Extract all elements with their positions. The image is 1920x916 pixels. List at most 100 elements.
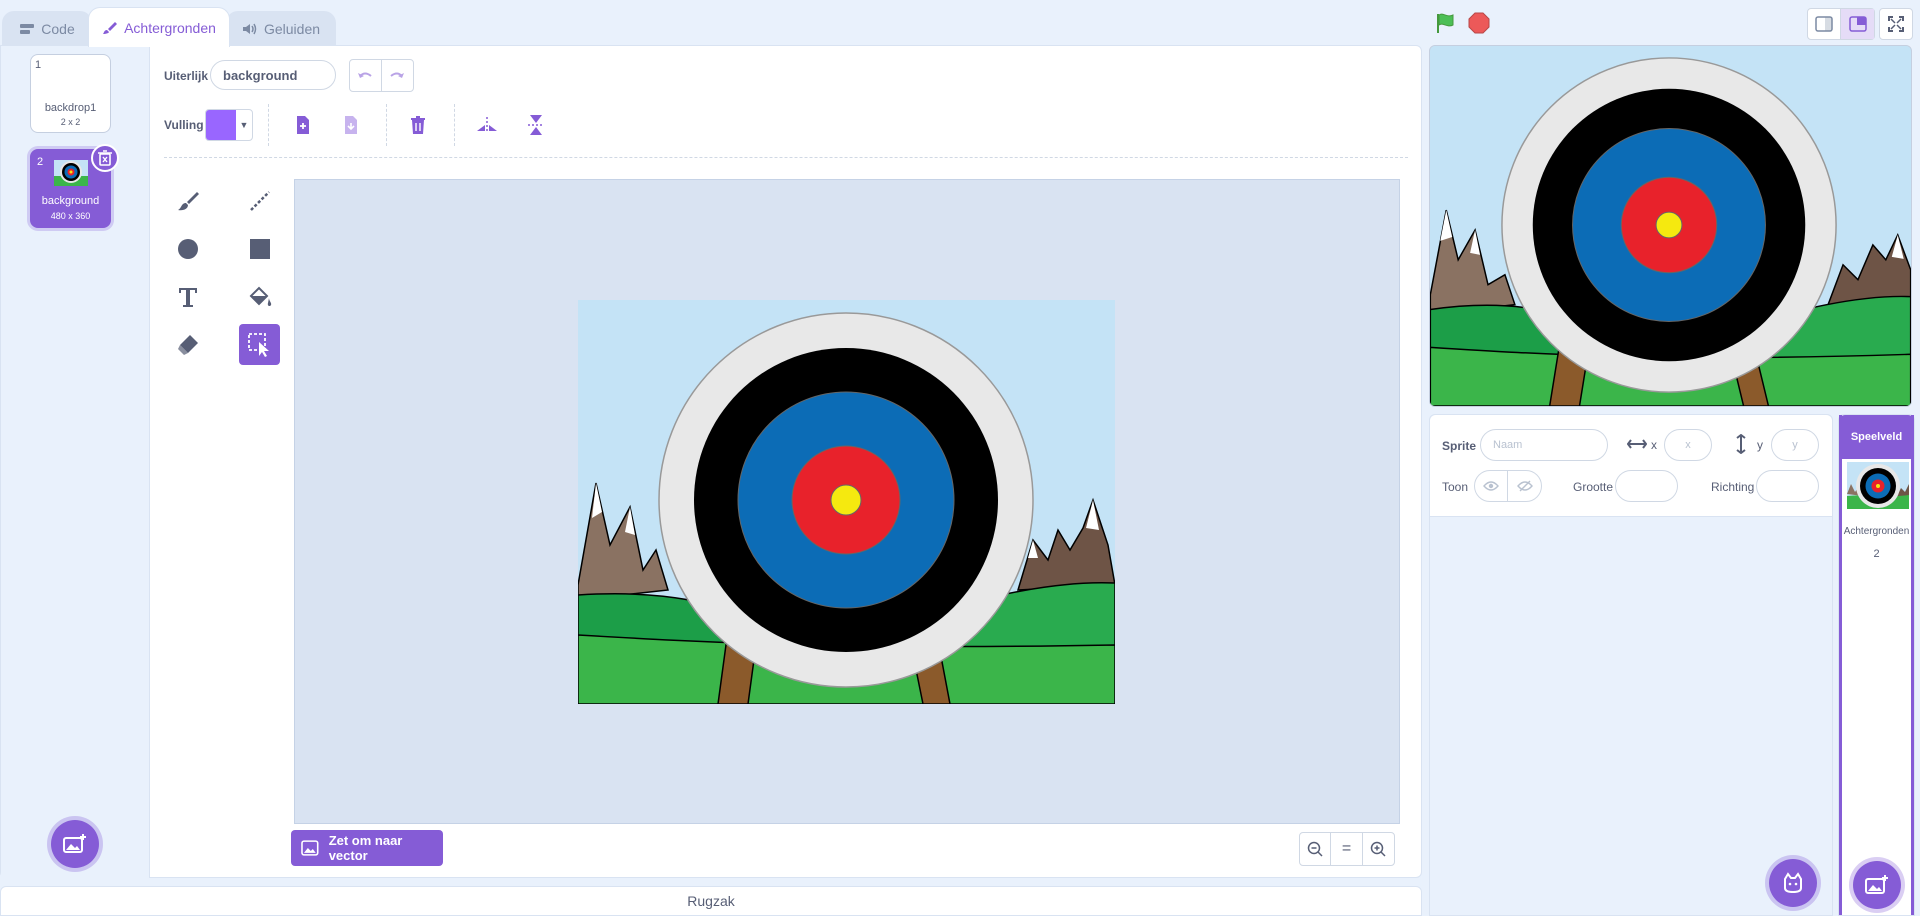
sprite-name-input[interactable]: Naam [1480,429,1608,461]
tab-code[interactable]: Code [2,11,92,46]
choose-backdrop-stage-button[interactable] [1853,861,1901,909]
convert-to-vector-label: Zet om naar vector [328,833,403,863]
stage-target-pane[interactable]: Speelveld Achtergronden 2 [1838,414,1915,916]
brush-icon [177,191,199,210]
trash-icon [411,116,425,134]
x-input[interactable]: x [1664,429,1712,461]
circle-tool[interactable] [167,228,208,269]
fullscreen-icon [1888,16,1904,32]
costume-size: 480 x 360 [50,211,91,221]
redo-button[interactable] [382,60,413,91]
redo-icon [390,72,405,78]
divider [454,104,455,146]
tab-backdrops[interactable]: Achtergronden [88,7,230,47]
x-label: x [1651,438,1657,452]
fill-tool[interactable] [239,276,280,317]
zoom-reset-label: = [1341,840,1352,857]
tool-palette [167,180,287,370]
stage-target-title: Speelveld [1839,415,1914,459]
show-label: Toon [1442,480,1469,494]
zoom-controls: = [1299,832,1395,866]
show-button[interactable] [1475,471,1509,501]
editor-tabs: Code Achtergronden Geluiden [0,0,1422,47]
zoom-in-button[interactable] [1363,833,1394,865]
paste-button[interactable] [338,112,364,138]
choose-backdrop-button[interactable] [51,820,99,868]
tab-code-label: Code [41,21,75,37]
eraser-tool[interactable] [167,324,208,365]
costume-name-label: Uiterlijk [164,69,209,83]
choose-sprite-button[interactable] [1769,859,1817,907]
small-stage-button[interactable] [1808,9,1842,39]
rectangle-icon [249,238,270,259]
stage-thumbnail [1847,462,1909,509]
y-arrow-icon [1736,434,1746,454]
costume-size: 2 x 2 [60,117,81,127]
divider [268,104,269,146]
size-input[interactable] [1615,470,1678,502]
backpack[interactable]: Rugzak [0,886,1422,916]
undo-icon [358,72,372,78]
eye-hidden-icon [1516,480,1533,492]
select-icon [247,332,269,357]
stop-icon[interactable] [1468,12,1490,34]
costume-name: background [41,195,100,207]
tab-sounds-label: Geluiden [263,21,321,37]
zoom-reset-button[interactable]: = [1331,833,1363,865]
y-label: y [1757,438,1763,452]
tab-sounds[interactable]: Geluiden [226,11,336,46]
direction-input[interactable] [1756,470,1819,502]
copy-icon [297,116,309,134]
add-image-icon [63,834,86,853]
speaker-icon [242,23,257,35]
small-stage-icon [1815,16,1833,32]
stage-size-toggle [1807,8,1875,40]
costume-name: backdrop1 [44,102,97,114]
stage[interactable] [1429,45,1912,407]
convert-to-vector-button[interactable]: Zet om naar vector [291,830,443,866]
fill-label: Vulling [164,118,204,132]
normal-stage-button[interactable] [1841,9,1874,39]
delete-button[interactable] [405,112,431,138]
fullscreen-button[interactable] [1880,9,1912,39]
paint-canvas[interactable] [578,300,1115,704]
undo-redo-group [349,59,414,92]
fill-color-swatch [206,110,236,140]
line-tool[interactable] [239,180,280,221]
visibility-toggle [1474,470,1542,502]
zoom-in-icon [1371,841,1386,857]
fill-color-picker[interactable]: ▼ [205,109,253,141]
code-icon [20,24,35,34]
flip-horizontal-button[interactable] [474,112,500,138]
backdrops-count: 2 [1873,548,1880,560]
text-tool[interactable] [167,276,208,317]
circle-icon [177,238,198,259]
brush-tool[interactable] [167,180,208,221]
divider [386,104,387,146]
rectangle-tool[interactable] [239,228,280,269]
direction-label: Richting [1711,480,1755,494]
paint-bucket-icon [249,286,271,306]
flip-vertical-button[interactable] [523,112,549,138]
line-icon [249,190,270,211]
normal-stage-icon [1848,16,1867,32]
green-flag-icon[interactable] [1434,12,1456,34]
eye-icon [1483,481,1499,491]
hide-button[interactable] [1508,471,1541,501]
size-label: Grootte [1573,480,1614,494]
brush-icon [103,21,118,34]
sprite-label: Sprite [1442,439,1477,453]
select-tool[interactable] [239,324,280,365]
fullscreen-button-wrap [1879,8,1913,40]
tab-backdrops-label: Achtergronden [124,19,216,36]
sprite-info-header: Sprite Naam x x y y Toon Grootte Richtin… [1430,415,1832,517]
copy-button[interactable] [290,112,316,138]
zoom-out-button[interactable] [1300,833,1332,865]
costume-item-backdrop1[interactable]: 1 backdrop1 2 x 2 [30,54,111,133]
costume-list: 1 backdrop1 2 x 2 2 background 480 x 360 [1,46,150,878]
y-input[interactable]: y [1771,429,1819,461]
delete-costume-button[interactable] [91,144,119,172]
costume-name-input[interactable]: background [210,60,336,90]
toolbar-divider [164,157,1408,158]
undo-button[interactable] [350,60,382,91]
